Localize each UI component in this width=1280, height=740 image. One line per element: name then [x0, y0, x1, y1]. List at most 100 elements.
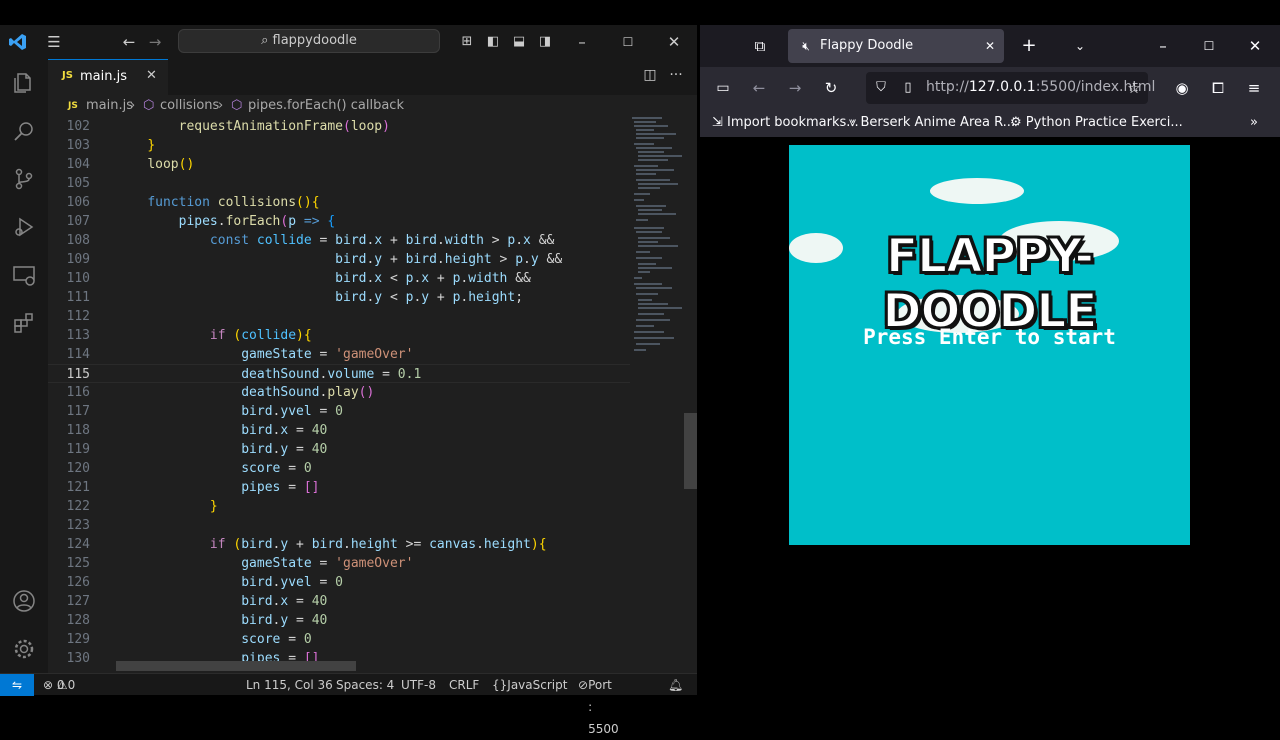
code-text: function collisions(){	[147, 195, 320, 210]
code-text: if (collide){	[209, 328, 312, 343]
hamburger-icon[interactable]: ≡	[1244, 78, 1264, 98]
game-canvas[interactable]: FLAPPY-DOODLE Press Enter to start	[789, 145, 1190, 545]
breadcrumb-item-callback[interactable]: pipes.forEach() callback	[248, 95, 404, 117]
code-line[interactable]: 104 loop()	[48, 155, 630, 174]
forward-arrow-icon[interactable]: →	[785, 78, 805, 98]
browser-viewport: FLAPPY-DOODLE Press Enter to start	[700, 137, 1280, 695]
code-line[interactable]: 127 bird.x = 40	[48, 592, 630, 611]
tab-close-icon[interactable]: ✕	[146, 68, 157, 83]
encoding-status[interactable]: UTF-8	[401, 674, 436, 696]
code-line[interactable]: 123	[48, 516, 630, 535]
maximize-icon[interactable]: ☐	[1199, 36, 1219, 56]
code-line[interactable]: 109 bird.y + bird.height > p.y &&	[48, 250, 630, 269]
menu-icon[interactable]: ☰	[44, 32, 64, 52]
command-center-search[interactable]: ⌕ flappydoodle	[178, 29, 440, 53]
close-icon[interactable]: ✕	[1245, 36, 1265, 56]
code-line[interactable]: 115 deathSound.volume = 0.1	[48, 364, 630, 383]
code-line[interactable]: 111 bird.y < p.y + p.height;	[48, 288, 630, 307]
function-cube-icon: ⬡	[143, 98, 155, 113]
code-line[interactable]: 120 score = 0	[48, 459, 630, 478]
overflow-icon[interactable]: »	[1250, 109, 1258, 137]
code-line[interactable]: 121 pipes = []	[48, 478, 630, 497]
shield-icon[interactable]: ⛉	[871, 78, 891, 98]
toggle-panel-icon[interactable]: ⬓	[509, 32, 529, 52]
maximize-icon[interactable]: ☐	[618, 32, 638, 52]
back-arrow-icon[interactable]: ←	[119, 32, 139, 52]
code-line[interactable]: 122 }	[48, 497, 630, 516]
code-line[interactable]: 114 gameState = 'gameOver'	[48, 345, 630, 364]
toggle-secondary-sidebar-icon[interactable]: ◨	[535, 32, 555, 52]
horizontal-scrollbar[interactable]	[116, 661, 356, 671]
code-line[interactable]: 107 pipes.forEach(p => {	[48, 212, 630, 231]
code-line[interactable]: 113 if (collide){	[48, 326, 630, 345]
code-line[interactable]: 102 requestAnimationFrame(loop)	[48, 117, 630, 136]
reload-icon[interactable]: ↻	[821, 78, 841, 98]
code-line[interactable]: 117 bird.yvel = 0	[48, 402, 630, 421]
language-mode[interactable]: {} JavaScript	[492, 674, 567, 696]
star-icon[interactable]: ☆	[1124, 78, 1144, 98]
code-line[interactable]: 110 bird.x < p.x + p.width &&	[48, 269, 630, 288]
settings-gear-icon[interactable]	[12, 637, 36, 661]
line-number: 103	[66, 138, 90, 153]
browser-tab-flappy[interactable]: 🔇︎ Flappy Doodle ✕	[788, 29, 1004, 63]
code-line[interactable]: 124 if (bird.y + bird.height >= canvas.h…	[48, 535, 630, 554]
url-bar[interactable]: ⛉ ▯ http://127.0.0.1:5500/index.html	[866, 72, 1155, 104]
code-line[interactable]: 116 deathSound.play()	[48, 383, 630, 402]
tab-main-js[interactable]: JS main.js ✕	[48, 59, 168, 95]
search-activity-icon[interactable]	[12, 119, 36, 143]
bookmark-python[interactable]: ⚙ Python Practice Exerci...	[1010, 109, 1183, 137]
toggle-sidebar-icon[interactable]: ◧	[483, 32, 503, 52]
vscode-titlebar: ☰ ← → ⌕ flappydoodle ⊞ ◧ ⬓ ◨ – ☐ ✕	[0, 25, 697, 59]
breadcrumb-item-file[interactable]: main.js	[86, 95, 133, 117]
sidebar-icon[interactable]: ▭	[713, 78, 733, 98]
vertical-scrollbar[interactable]	[684, 413, 697, 489]
code-line[interactable]: 106 function collisions(){	[48, 193, 630, 212]
code-line[interactable]: 125 gameState = 'gameOver'	[48, 554, 630, 573]
layout-icon[interactable]: ⊞	[457, 32, 477, 52]
live-server-port[interactable]: ⊘ Port : 5500	[578, 674, 619, 736]
remote-indicator-icon[interactable]: ⇋	[0, 674, 34, 696]
more-actions-icon[interactable]: ···	[666, 67, 686, 83]
code-line[interactable]: 108 const collide = bird.x + bird.width …	[48, 231, 630, 250]
page-icon[interactable]: ▯	[898, 78, 918, 98]
bell-icon[interactable]: 🔔︎	[668, 674, 683, 696]
code-line[interactable]: 105	[48, 174, 630, 193]
eol-status[interactable]: CRLF	[449, 674, 479, 696]
code-line[interactable]: 129 score = 0	[48, 630, 630, 649]
code-line[interactable]: 128 bird.y = 40	[48, 611, 630, 630]
code-line[interactable]: 118 bird.x = 40	[48, 421, 630, 440]
account-icon[interactable]	[12, 589, 36, 613]
extension-puzzle-icon[interactable]: ⧠	[1208, 78, 1228, 98]
source-control-icon[interactable]	[12, 167, 36, 191]
code-editor[interactable]: 102 requestAnimationFrame(loop) 103 } 104 …	[48, 117, 630, 673]
chevron-down-icon[interactable]: ⌄	[1070, 36, 1090, 56]
close-icon[interactable]: ✕	[980, 36, 1000, 56]
split-editor-icon[interactable]: ◫	[640, 67, 660, 83]
cursor-position[interactable]: Ln 115, Col 36	[246, 674, 333, 696]
plus-icon[interactable]: +	[1019, 36, 1039, 56]
code-line[interactable]: 103 }	[48, 136, 630, 155]
problems-status[interactable]: ⊗ 0 ⚠ 0	[43, 674, 75, 696]
code-text: }	[147, 138, 156, 153]
breadcrumb-item-function[interactable]: collisions	[160, 95, 219, 117]
minimap[interactable]	[630, 117, 685, 673]
code-line[interactable]: 112	[48, 307, 630, 326]
minimize-icon[interactable]: –	[572, 32, 592, 52]
code-line[interactable]: 119 bird.y = 40	[48, 440, 630, 459]
run-debug-icon[interactable]	[12, 215, 36, 239]
indentation-status[interactable]: Spaces: 4	[336, 674, 394, 696]
code-line[interactable]: 126 bird.yvel = 0	[48, 573, 630, 592]
profile-icon[interactable]: ◉	[1172, 78, 1192, 98]
explorer-icon[interactable]	[12, 71, 36, 95]
import-bookmarks-item[interactable]: ⇲ Import bookmarks...	[712, 109, 859, 137]
minimize-icon[interactable]: –	[1153, 36, 1173, 56]
tab-list-icon[interactable]: ⧉	[750, 36, 770, 56]
back-arrow-icon[interactable]: ←	[749, 78, 769, 98]
vscode-window: ☰ ← → ⌕ flappydoodle ⊞ ◧ ⬓ ◨ – ☐ ✕ JS ma…	[0, 25, 697, 736]
forward-arrow-icon[interactable]: →	[145, 32, 165, 52]
extensions-icon[interactable]	[12, 311, 36, 335]
close-icon[interactable]: ✕	[664, 32, 684, 52]
mute-icon[interactable]: 🔇︎	[796, 36, 816, 56]
remote-explorer-icon[interactable]	[12, 263, 36, 287]
bookmark-berserk[interactable]: ⩔ Berserk Anime Area R...	[849, 109, 1015, 137]
